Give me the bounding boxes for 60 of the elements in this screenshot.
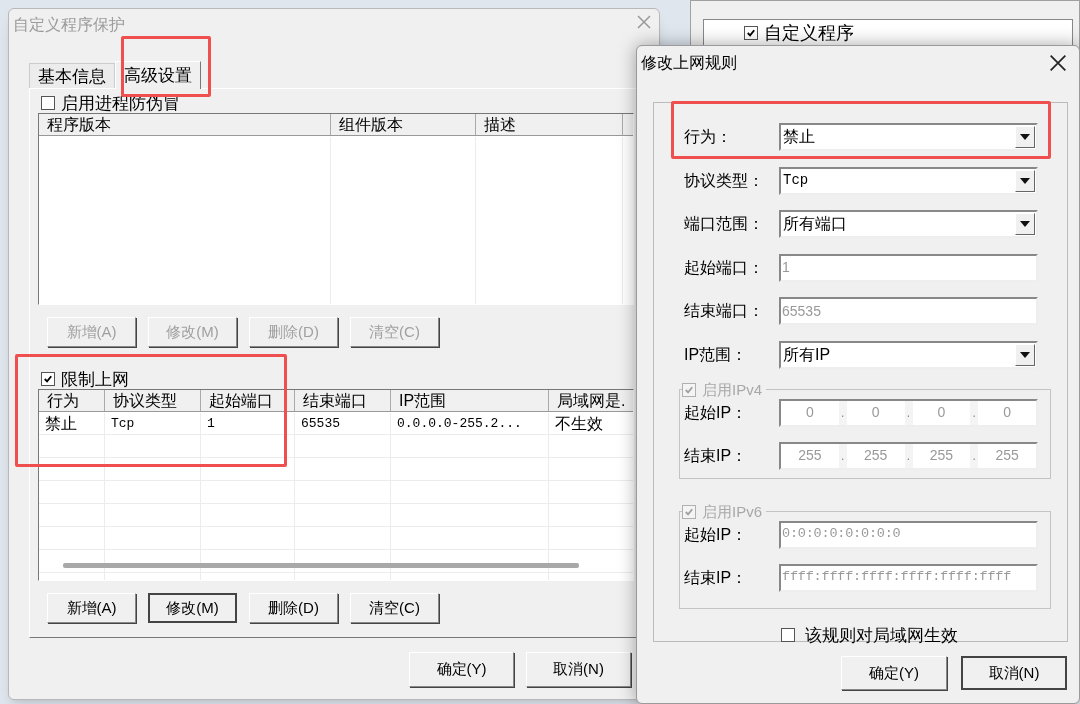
button[interactable]: 清空(C) [350,593,439,623]
field-label: 结束IP： [684,445,749,466]
checkbox-label: 启用IPv6 [702,501,762,522]
ip-octet: 0 [804,403,815,422]
close-button[interactable] [1047,52,1069,74]
button[interactable]: 确定(Y) [841,656,947,690]
column-header[interactable]: 描述 [476,114,623,135]
checkbox-label: 该规则对局域网生效 [805,624,958,647]
table-cell-text: 1 [206,415,216,433]
checkbox-label: 启用IPv4 [702,379,762,400]
button[interactable]: 取消(N) [961,656,1067,690]
button[interactable]: 删除(D) [249,593,338,623]
button[interactable]: 修改(M) [148,593,237,623]
column-header[interactable]: 结束端口 [295,390,391,411]
dropdown[interactable]: 所有IP [779,340,1038,369]
dropdown[interactable]: 禁止 [779,123,1038,151]
field-label: 行为： [684,127,733,147]
field-label: 结束IP： [684,567,749,588]
checkbox-label: 限制上网 [61,370,129,388]
tree-item[interactable]: 自定义程序 [764,24,854,42]
field-label: 起始IP： [684,524,749,545]
scrollbar[interactable] [63,563,579,568]
table-cell-text: 0.0.0.0-255.2... [396,415,523,433]
checkbox[interactable] [744,26,758,40]
field-label: IP范围： [684,344,749,365]
table-cell-text: 禁止 [44,414,78,434]
ip-octet: 0 [870,403,881,422]
column-header[interactable]: 行为 [39,390,105,411]
button[interactable]: 取消(N) [526,652,631,687]
tab[interactable]: 高级设置 [115,61,201,89]
checkbox[interactable] [41,372,55,386]
table-cell-text: Tcp [110,415,136,433]
column-header[interactable]: IP范围 [391,390,549,411]
column-header[interactable]: 程序版本 [39,114,331,135]
field-label: 起始端口： [684,257,765,278]
field-label: 结束端口： [684,301,765,321]
dropdown[interactable]: 所有端口 [779,210,1038,238]
button[interactable]: 新增(A) [47,593,136,623]
column-header[interactable]: 起始端口 [201,390,295,411]
ip-octet: 255 [928,446,955,465]
tab[interactable]: 基本信息 [29,62,115,88]
window-title: 修改上网规则 [641,53,737,73]
column-header[interactable]: 协议类型 [105,390,201,411]
ip-octet: 0 [1002,403,1012,422]
field-label: 起始IP： [684,402,749,423]
field-label: 端口范围： [684,214,765,234]
window-title: 自定义程序保护 [12,15,126,35]
column-header[interactable]: 组件版本 [331,114,476,135]
checkbox[interactable] [781,628,795,643]
ip-octet: 0 [936,403,947,422]
field-label: 协议类型： [684,170,765,191]
table-cell-text: 不生效 [554,414,604,434]
button[interactable]: 确定(Y) [409,652,514,687]
ip-octet: 255 [797,446,823,465]
checkbox[interactable] [41,96,55,110]
ip-octet: 255 [862,446,889,465]
ip-octet: 255 [994,446,1020,465]
column-header[interactable]: 局域网是. [549,390,633,411]
table-cell-text: 65535 [300,415,341,433]
dropdown[interactable]: Tcp [779,166,1038,195]
